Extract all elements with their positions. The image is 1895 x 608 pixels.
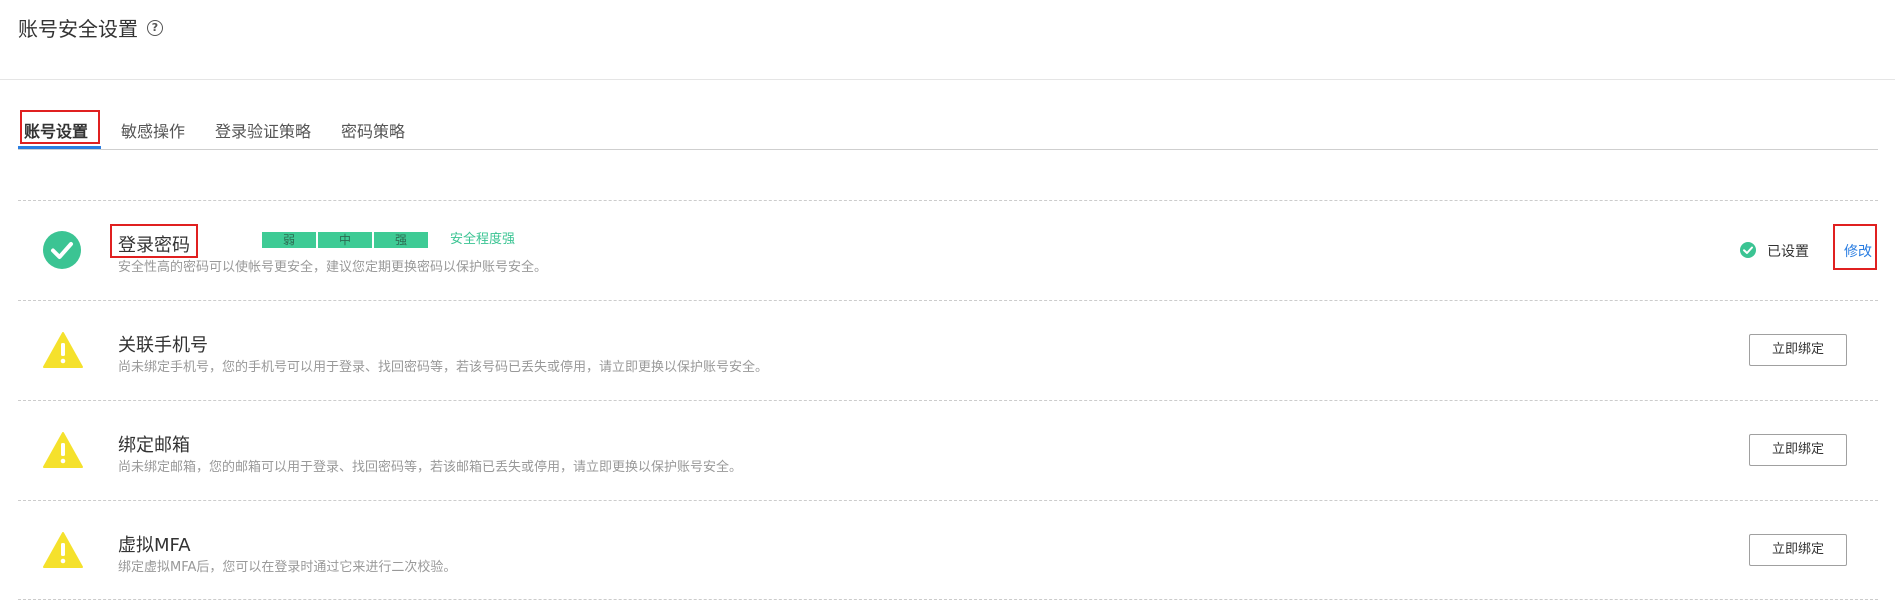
row-title: 关联手机号: [118, 335, 208, 356]
warning-triangle-icon: [42, 531, 84, 569]
check-circle-small-icon: [1740, 242, 1756, 258]
question-circle-icon[interactable]: ?: [147, 20, 163, 36]
status-text: 已设置: [1767, 244, 1809, 260]
warning-triangle-icon: [42, 431, 84, 469]
page-title: 账号安全设置: [18, 17, 138, 41]
tab-sensitive-operations[interactable]: 敏感操作: [121, 118, 185, 142]
strength-segment-strong: 强: [374, 232, 428, 248]
bind-mfa-button[interactable]: 立即绑定: [1749, 534, 1847, 566]
list-item-virtual-mfa: 虚拟MFA 绑定虚拟MFA后，您可以在登录时通过它来进行二次校验。 立即绑定: [18, 500, 1878, 600]
row-description: 绑定虚拟MFA后，您可以在登录时通过它来进行二次校验。: [118, 560, 457, 575]
check-circle-icon: [43, 231, 81, 269]
bind-phone-button[interactable]: 立即绑定: [1749, 334, 1847, 366]
active-tab-indicator: [18, 146, 101, 149]
page-header: 账号安全设置 ?: [0, 0, 1895, 80]
strength-label: 安全程度强: [450, 232, 516, 247]
tab-password-policy[interactable]: 密码策略: [341, 118, 405, 142]
row-description: 尚未绑定手机号，您的手机号可以用于登录、找回密码等，若该号码已丢失或停用，请立即…: [118, 360, 769, 375]
list-item-phone: 关联手机号 尚未绑定手机号，您的手机号可以用于登录、找回密码等，若该号码已丢失或…: [18, 300, 1878, 400]
list-item-login-password: 登录密码 弱 中 强 安全程度强 安全性高的密码可以使帐号更安全，建议您定期更换…: [18, 200, 1878, 300]
tab-account-settings[interactable]: 账号设置: [24, 118, 88, 142]
row-description: 安全性高的密码可以使帐号更安全，建议您定期更换密码以保护账号安全。: [118, 260, 548, 275]
row-title: 虚拟MFA: [118, 535, 191, 556]
row-description: 尚未绑定邮箱，您的邮箱可以用于登录、找回密码等，若该邮箱已丢失或停用，请立即更换…: [118, 460, 743, 475]
strength-segment-medium: 中: [318, 232, 372, 248]
list-item-email: 绑定邮箱 尚未绑定邮箱，您的邮箱可以用于登录、找回密码等，若该邮箱已丢失或停用，…: [18, 400, 1878, 500]
modify-link[interactable]: 修改: [1844, 241, 1872, 261]
tab-bar: 账号设置 敏感操作 登录验证策略 密码策略: [18, 108, 1878, 150]
row-title: 登录密码: [118, 235, 190, 256]
warning-triangle-icon: [42, 331, 84, 369]
bind-email-button[interactable]: 立即绑定: [1749, 434, 1847, 466]
row-title: 绑定邮箱: [118, 435, 190, 456]
tab-login-verification-policy[interactable]: 登录验证策略: [215, 118, 311, 142]
strength-segment-weak: 弱: [262, 232, 316, 248]
